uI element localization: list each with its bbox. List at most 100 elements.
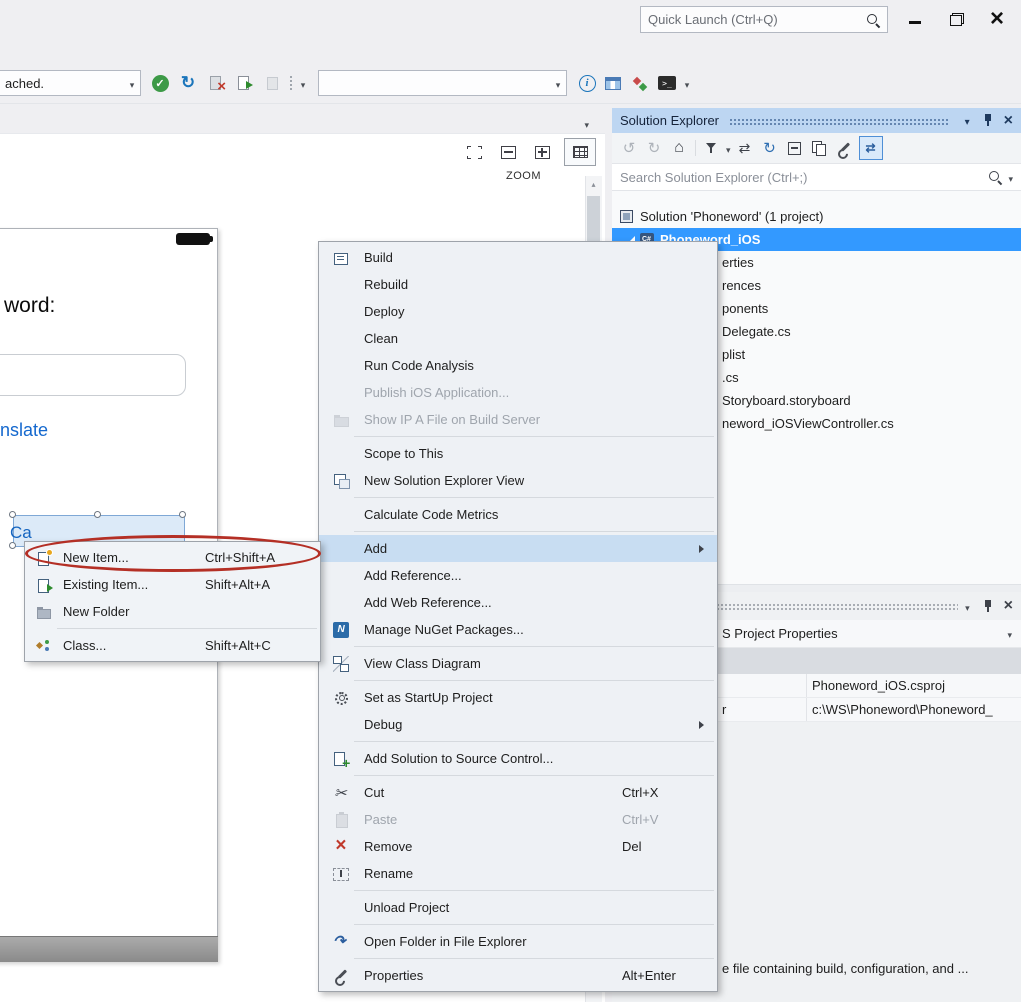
existing-item-icon [36,577,52,593]
menu-item-unload-project[interactable]: Unload Project [319,894,717,921]
menu-item-scope-to-this[interactable]: Scope to This [319,440,717,467]
close-icon[interactable] [1004,597,1013,615]
zoom-out-button[interactable] [494,139,522,165]
selection-handle[interactable] [9,542,16,549]
chevron-down-icon [685,76,690,91]
menu-item-cut[interactable]: CutCtrl+X [319,779,717,806]
console-icon [658,76,676,90]
phone-number-textfield[interactable] [0,354,186,396]
submenu-item-new-folder[interactable]: New Folder [25,598,320,625]
cancel-button[interactable] [204,71,228,95]
property-value: Phoneword_iOS.csproj [806,674,1021,697]
menu-shortcut: Shift+Alt+C [205,638,271,653]
menu-item-run-code-analysis[interactable]: Run Code Analysis [319,352,717,379]
zoom-out-icon [501,146,516,159]
info-button[interactable] [575,71,599,95]
back-button[interactable] [618,137,640,159]
grid-toggle-button[interactable] [564,138,596,166]
restore-button[interactable] [940,6,974,32]
collapse-all-icon[interactable] [788,142,801,155]
new-item-icon [36,550,52,566]
tree-item-label: ponents [722,301,768,316]
scrollbar-up-icon[interactable] [585,176,602,193]
menu-item-new-solution-explorer-view[interactable]: New Solution Explorer View [319,467,717,494]
sync-icon[interactable] [734,137,756,159]
project-context-menu: Build Rebuild Deploy Clean Run Code Anal… [318,241,718,992]
home-icon[interactable] [668,137,690,159]
menu-item-debug[interactable]: Debug [319,711,717,738]
filter-icon[interactable] [705,141,719,155]
tree-item-label: .cs [722,370,739,385]
menu-item-remove[interactable]: RemoveDel [319,833,717,860]
menu-item-add-solution-to-source-control[interactable]: Add Solution to Source Control... [319,745,717,772]
toolbar-overflow-button[interactable] [296,71,310,95]
close-icon[interactable] [1004,112,1013,130]
extensions-icon [632,75,648,91]
table-tool-button[interactable] [601,71,625,95]
translate-button[interactable]: nslate [0,420,48,441]
menu-item-rebuild[interactable]: Rebuild [319,271,717,298]
close-icon [990,5,1004,33]
pin-icon[interactable] [983,599,993,614]
menu-item-manage-nuget-packages[interactable]: Manage NuGet Packages... [319,616,717,643]
zoom-fit-button[interactable] [460,139,488,165]
close-button[interactable] [980,6,1014,32]
grid-icon [573,146,588,158]
chevron-down-icon[interactable] [726,141,731,156]
window-position-icon[interactable] [965,599,970,614]
refresh-button[interactable] [176,71,200,95]
chevron-down-icon [124,76,140,91]
menu-separator [354,741,714,742]
chevron-down-icon[interactable] [1008,170,1013,185]
menu-item-set-as-startup-project[interactable]: Set as StartUp Project [319,684,717,711]
menu-item-clean[interactable]: Clean [319,325,717,352]
refresh-icon[interactable] [759,137,781,159]
window-position-icon[interactable] [965,113,970,128]
menu-item-view-class-diagram[interactable]: View Class Diagram [319,650,717,677]
zoom-label: ZOOM [506,170,541,182]
menu-item-publish-ios-application: Publish iOS Application... [319,379,717,406]
menu-separator [354,924,714,925]
selection-handle[interactable] [9,511,16,518]
minimize-button[interactable] [898,6,932,32]
zoom-in-button[interactable] [528,139,556,165]
menu-separator [57,628,317,629]
quick-launch-box[interactable]: Quick Launch (Ctrl+Q) [640,6,888,33]
submenu-item-existing-item[interactable]: Existing Item...Shift+Alt+A [25,571,320,598]
selection-handle[interactable] [179,511,186,518]
submenu-item-new-item[interactable]: New Item...Ctrl+Shift+A [25,544,320,571]
submenu-item-class[interactable]: Class...Shift+Alt+C [25,632,320,659]
menu-item-add[interactable]: Add [319,535,717,562]
menu-item-open-folder-in-file-explorer[interactable]: Open Folder in File Explorer [319,928,717,955]
extensions-button[interactable] [628,71,652,95]
tree-item-label: erties [722,255,754,270]
chevron-down-icon[interactable] [584,116,589,131]
import-button[interactable] [232,71,256,95]
solution-explorer-search[interactable]: Search Solution Explorer (Ctrl+;) [612,164,1021,191]
show-all-files-icon[interactable] [812,141,827,155]
class-diagram-icon [333,656,349,672]
menu-separator [354,680,714,681]
pin-icon[interactable] [983,113,993,128]
menu-item-add-reference[interactable]: Add Reference... [319,562,717,589]
document-icon [267,77,278,90]
configuration-combobox[interactable]: ached. [0,70,141,96]
menu-item-deploy[interactable]: Deploy [319,298,717,325]
nuget-icon [333,622,349,638]
console-button[interactable] [655,71,679,95]
tree-item-label: Delegate.cs [722,324,791,339]
run-check-button[interactable] [148,71,172,95]
forward-button[interactable] [643,137,665,159]
menu-item-calculate-code-metrics[interactable]: Calculate Code Metrics [319,501,717,528]
configuration-combobox-value: ached. [0,76,124,91]
menu-item-rename[interactable]: Rename [319,860,717,887]
menu-item-add-web-reference[interactable]: Add Web Reference... [319,589,717,616]
sync-with-active-document-button[interactable] [859,136,883,160]
toolbar-combobox[interactable] [318,70,567,96]
selection-handle[interactable] [94,511,101,518]
menu-item-properties[interactable]: PropertiesAlt+Enter [319,962,717,989]
properties-wrench-icon[interactable] [837,141,852,156]
toolbar-overflow-button[interactable] [680,71,694,95]
menu-item-build[interactable]: Build [319,244,717,271]
tree-item-solution[interactable]: Solution 'Phoneword' (1 project) [612,205,1021,228]
